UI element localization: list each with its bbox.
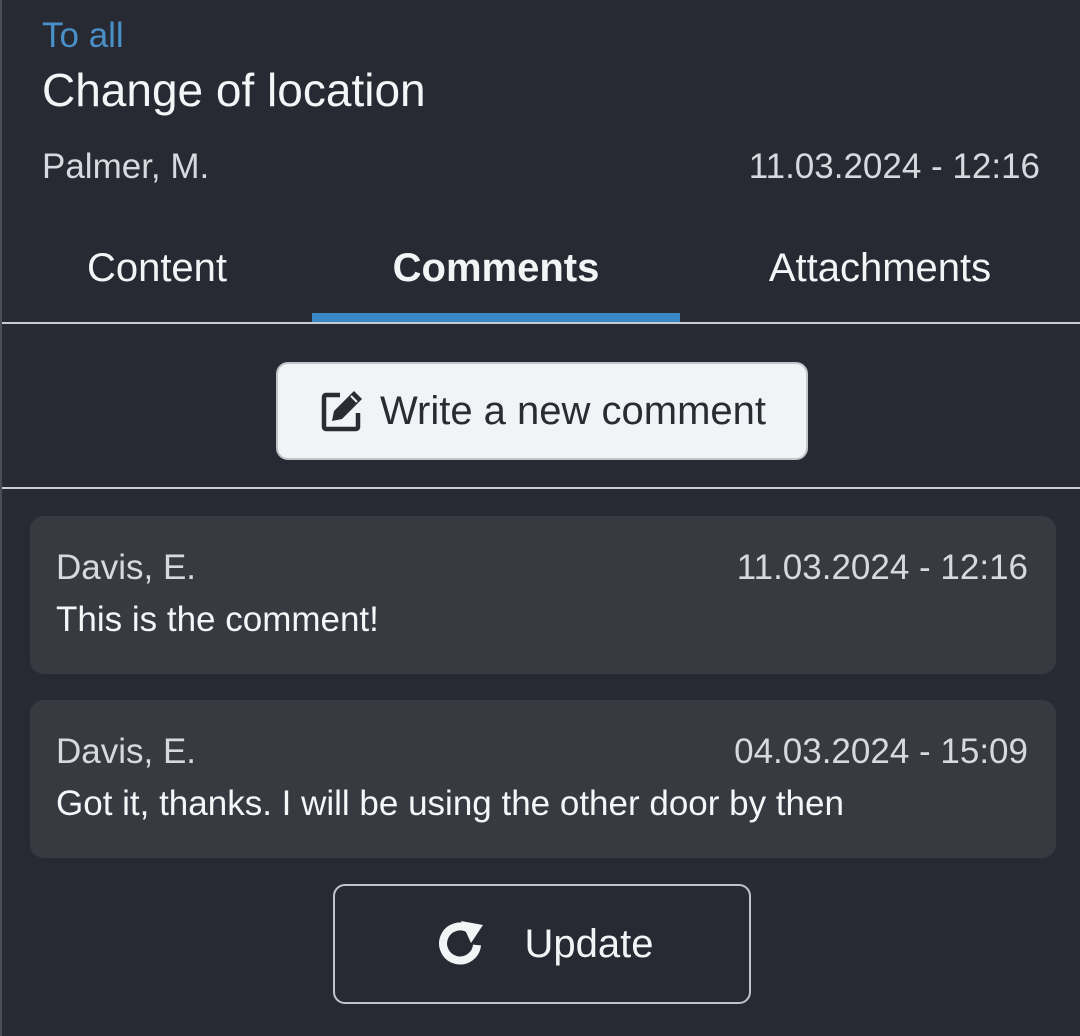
- message-author: Palmer, M.: [42, 147, 210, 186]
- write-comment-button[interactable]: Write a new comment: [276, 362, 808, 460]
- comment-datetime: 11.03.2024 - 12:16: [736, 548, 1028, 587]
- comment-card: Davis, E. 11.03.2024 - 12:16 This is the…: [30, 516, 1056, 674]
- update-button[interactable]: Update: [333, 884, 751, 1004]
- write-comment-label: Write a new comment: [379, 388, 767, 433]
- edit-icon: [318, 387, 366, 435]
- comment-author: Davis, E.: [56, 732, 197, 771]
- comment-text: Got it, thanks. I will be using the othe…: [56, 784, 844, 823]
- comment-datetime: 04.03.2024 - 15:09: [734, 732, 1028, 771]
- message-detail-view: To all Change of location Palmer, M. 11.…: [0, 0, 1080, 1036]
- section-divider: [2, 487, 1080, 489]
- tab-comments[interactable]: Comments: [312, 214, 680, 322]
- comment-text: This is the comment!: [56, 600, 379, 639]
- refresh-icon: [431, 915, 489, 973]
- message-datetime: 11.03.2024 - 12:16: [748, 147, 1040, 186]
- comment-card: Davis, E. 04.03.2024 - 15:09 Got it, tha…: [30, 700, 1056, 858]
- tab-bar: Content Comments Attachments: [2, 214, 1080, 324]
- update-label: Update: [524, 921, 654, 966]
- tab-content[interactable]: Content: [2, 214, 312, 322]
- tab-attachments[interactable]: Attachments: [680, 214, 1080, 322]
- message-title: Change of location: [42, 64, 426, 116]
- comment-author: Davis, E.: [56, 548, 197, 587]
- recipient-link[interactable]: To all: [42, 14, 124, 58]
